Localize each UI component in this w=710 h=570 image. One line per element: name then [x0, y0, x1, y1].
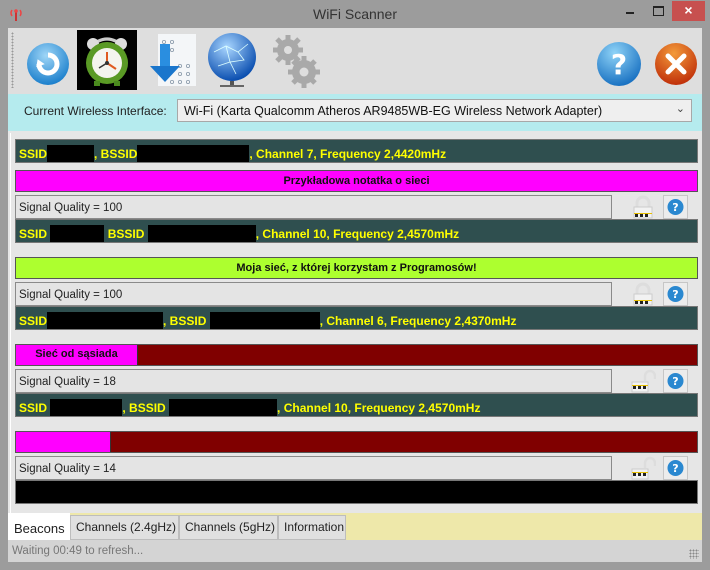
channel-frequency: , Channel 10, Frequency 2,4570mHz [255, 227, 460, 241]
ssid-label: SSID [19, 314, 48, 328]
ssid-label: SSID [19, 147, 48, 161]
interface-label: Current Wireless Interface: [24, 104, 167, 118]
close-window-button[interactable]: × [672, 1, 705, 21]
help-icon: ? [667, 460, 684, 476]
help-icon: ? [667, 373, 684, 389]
status-bar: Waiting 00:49 to refresh... [8, 540, 702, 562]
toolbar: ? [8, 28, 702, 94]
tab-channels-5ghz[interactable]: Channels (5gHz) [179, 515, 278, 540]
ssid-label: SSID [19, 227, 48, 241]
bssid-label: , BSSID [94, 147, 138, 161]
network-help-button[interactable]: ? [663, 369, 688, 393]
tab-information[interactable]: Information [278, 515, 346, 540]
close-icon: × [684, 2, 693, 18]
exit-button[interactable] [653, 30, 710, 90]
interface-selected-value: Wi-Fi (Karta Qualcomm Atheros AR9485WB-E… [184, 104, 603, 118]
auto-refresh-timer-button[interactable] [77, 30, 137, 90]
alarm-clock-icon [86, 37, 128, 86]
svg-text:?: ? [672, 201, 678, 214]
signal-quality: Signal Quality = 14 [15, 456, 612, 480]
status-text: Waiting 00:49 to refresh... [12, 545, 144, 557]
network-note[interactable]: Przykładowa notatka o sieci [15, 170, 698, 192]
bssid-label: , BSSID [122, 401, 166, 415]
refresh-button[interactable] [22, 30, 82, 90]
network-note-chip: Sieć od sąsiada [16, 345, 138, 365]
resize-grip[interactable] [689, 549, 699, 559]
ssid-redacted [50, 225, 105, 242]
interface-bar: Current Wireless Interface: Wi-Fi (Karta… [8, 94, 702, 131]
minimize-button[interactable] [617, 1, 643, 21]
channel-frequency: , Channel 7, Frequency 2,4420mHz [249, 147, 447, 161]
bssid-label: BSSID [107, 227, 145, 241]
bssid-redacted [147, 225, 256, 242]
signal-quality: Signal Quality = 100 [15, 282, 612, 306]
svg-text:?: ? [672, 288, 678, 301]
tab-channels-2-4ghz[interactable]: Channels (2.4gHz) [70, 515, 179, 540]
network-button[interactable] [204, 30, 264, 90]
maximize-button[interactable] [645, 1, 671, 21]
title-bar[interactable]: WiFi Scanner × [0, 0, 710, 28]
globe-icon [208, 33, 256, 87]
ssid-redacted [47, 312, 164, 329]
client-area: ? Current Wireless Interface: Wi-Fi (Kar… [8, 28, 702, 562]
ssid-redacted [50, 399, 123, 416]
gears-icon [273, 35, 320, 88]
network-note[interactable]: Sieć od sąsiada [15, 344, 698, 366]
ssid-label: SSID [19, 401, 48, 415]
bssid-redacted [209, 312, 320, 329]
help-icon: ? [667, 286, 684, 302]
download-icon [150, 34, 196, 86]
svg-text:?: ? [611, 48, 627, 81]
app-window: WiFi Scanner × ? Current Wireless Interf… [0, 0, 710, 570]
exit-icon [655, 43, 697, 85]
lock-open-icon [631, 456, 656, 480]
interface-select[interactable]: Wi-Fi (Karta Qualcomm Atheros AR9485WB-E… [177, 99, 692, 122]
network-help-button[interactable]: ? [663, 282, 688, 306]
channel-frequency: , Channel 10, Frequency 2,4570mHz [277, 401, 481, 415]
export-button[interactable] [148, 30, 208, 90]
beacons-list[interactable]: SSID , BSSID , Channel 7, Frequency 2,4420… [10, 133, 698, 513]
lock-open-icon [631, 369, 656, 393]
network-info-bar: SSID , BSSID , Channel 6, Frequency 2,437… [15, 306, 698, 330]
refresh-icon [27, 43, 69, 85]
network-help-button[interactable]: ? [663, 456, 688, 480]
ssid-redacted [47, 145, 95, 162]
chevron-down-icon: ⌄ [675, 103, 685, 115]
tab-strip: Beacons Channels (2.4gHz) Channels (5gHz… [8, 513, 702, 540]
window-title: WiFi Scanner [312, 6, 398, 22]
network-note[interactable] [15, 431, 698, 453]
network-note-chip [16, 432, 111, 452]
svg-text:?: ? [672, 375, 678, 388]
network-help-button[interactable]: ? [663, 195, 688, 219]
signal-quality: Signal Quality = 18 [15, 369, 612, 393]
help-button[interactable]: ? [596, 30, 656, 90]
network-info-bar: SSID , BSSID , Channel 10, Frequency 2,4… [15, 393, 698, 417]
bssid-redacted [137, 145, 250, 162]
channel-frequency: , Channel 6, Frequency 2,4370mHz [319, 314, 517, 328]
toolbar-grip[interactable] [11, 32, 14, 88]
network-info-bar-redacted [15, 480, 698, 504]
lock-closed-icon [633, 282, 653, 306]
signal-quality: Signal Quality = 100 [15, 195, 612, 219]
help-icon: ? [597, 42, 641, 86]
tab-beacons[interactable]: Beacons [8, 513, 70, 540]
svg-text:?: ? [672, 462, 678, 475]
help-icon: ? [667, 199, 684, 215]
bssid-label: , BSSID [163, 314, 207, 328]
network-info-bar: SSID , BSSID , Channel 7, Frequency 2,4420… [15, 139, 698, 163]
settings-button[interactable] [268, 30, 328, 90]
bssid-redacted [169, 399, 278, 416]
network-info-bar: SSID BSSID , Channel 10, Frequency 2,457… [15, 219, 698, 243]
lock-closed-icon [633, 195, 653, 219]
network-note[interactable]: Moja sieć, z której korzystam z Programo… [15, 257, 698, 279]
